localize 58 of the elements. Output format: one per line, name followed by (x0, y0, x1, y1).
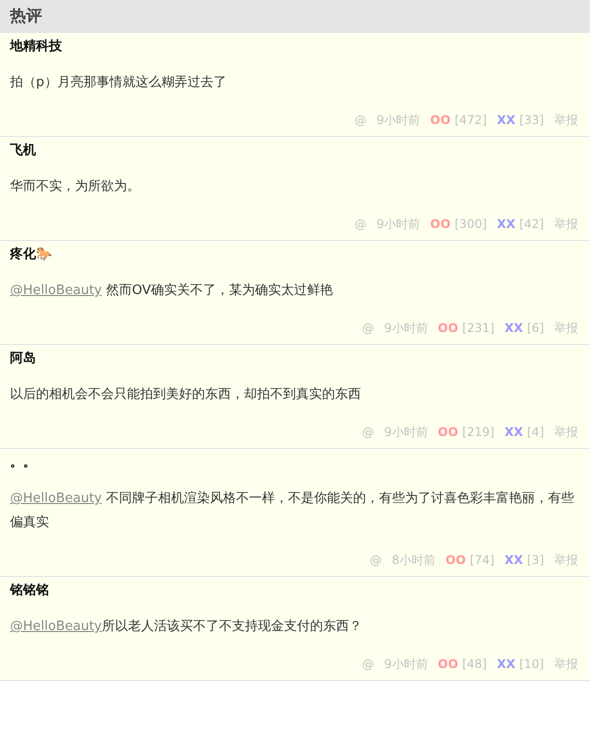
downvote-link[interactable]: XX (496, 214, 516, 234)
downvote-count: [42] (519, 216, 544, 233)
comment-author: 。。 (10, 454, 37, 472)
comment-time: 9小时前 (384, 656, 428, 673)
reply-link[interactable]: @ (354, 110, 367, 130)
report-link[interactable]: 举报 (554, 110, 578, 130)
upvote-link[interactable]: OO (438, 318, 458, 338)
comment-time: 9小时前 (384, 320, 428, 337)
upvote-link[interactable]: OO (438, 654, 458, 674)
downvote-count: [4] (527, 424, 544, 441)
downvote-count: [10] (519, 656, 544, 673)
report-link[interactable]: 举报 (554, 654, 578, 674)
comment-text: @HelloBeauty 不同牌子相机渲染风格不一样，不是你能关的，有些为了讨喜色彩丰富艳丽，有些偏真实 (10, 490, 576, 532)
downvote-link[interactable]: XX (504, 318, 523, 338)
downvote-count: [6] (527, 320, 544, 337)
upvote-count: [74] (470, 552, 494, 569)
upvote-link[interactable]: OO (445, 550, 466, 570)
comment-author: 地精科技 (10, 38, 63, 56)
downvote-count: [3] (527, 552, 544, 569)
comment-time: 9小时前 (384, 424, 428, 441)
comment-time: 9小时前 (376, 216, 420, 233)
upvote-count: [219] (462, 424, 494, 441)
comment-text: 华而不实，为所欲为。 (10, 178, 141, 196)
comment-author: 铭铭铭 (10, 582, 50, 600)
mention-link[interactable]: @HelloBeauty (10, 491, 102, 506)
comment-author: 疼化🐎 (10, 246, 53, 264)
reply-link[interactable]: @ (370, 550, 382, 570)
upvote-link[interactable]: OO (430, 110, 451, 130)
reply-link[interactable]: @ (362, 654, 374, 674)
downvote-count: [33] (519, 112, 544, 129)
downvote-link[interactable]: XX (504, 550, 523, 570)
reply-link[interactable]: @ (362, 318, 374, 338)
report-link[interactable]: 举报 (554, 318, 578, 338)
comment-author: 飞机 (10, 142, 37, 160)
section-title: 热评 (10, 6, 42, 27)
comment-author: 阿岛 (10, 350, 37, 368)
comment-time: 9小时前 (376, 112, 420, 129)
comment-text: @HelloBeauty所以老人活该买不了不支持现金支付的东西？ (10, 618, 363, 636)
report-link[interactable]: 举报 (554, 422, 578, 442)
report-link[interactable]: 举报 (554, 550, 578, 570)
downvote-link[interactable]: XX (496, 110, 516, 130)
mention-link[interactable]: @HelloBeauty (10, 283, 102, 298)
report-link[interactable]: 举报 (554, 214, 578, 234)
comment-text: 拍（p）月亮那事情就这么糊弄过去了 (10, 74, 228, 92)
upvote-link[interactable]: OO (430, 214, 451, 234)
downvote-link[interactable]: XX (496, 654, 516, 674)
upvote-count: [472] (454, 112, 487, 129)
upvote-count: [48] (462, 656, 487, 673)
mention-link[interactable]: @HelloBeauty (10, 619, 102, 634)
reply-link[interactable]: @ (354, 214, 367, 234)
downvote-link[interactable]: XX (504, 422, 523, 442)
upvote-link[interactable]: OO (438, 422, 458, 442)
comment-time: 8小时前 (392, 552, 436, 569)
upvote-count: [231] (462, 320, 494, 337)
upvote-count: [300] (454, 216, 487, 233)
reply-link[interactable]: @ (362, 422, 374, 442)
comment-text: @HelloBeauty 然而OV确实关不了，某为确实太过鲜艳 (10, 282, 334, 300)
comment-text: 以后的相机会不会只能拍到美好的东西，却拍不到真实的东西 (10, 386, 362, 404)
